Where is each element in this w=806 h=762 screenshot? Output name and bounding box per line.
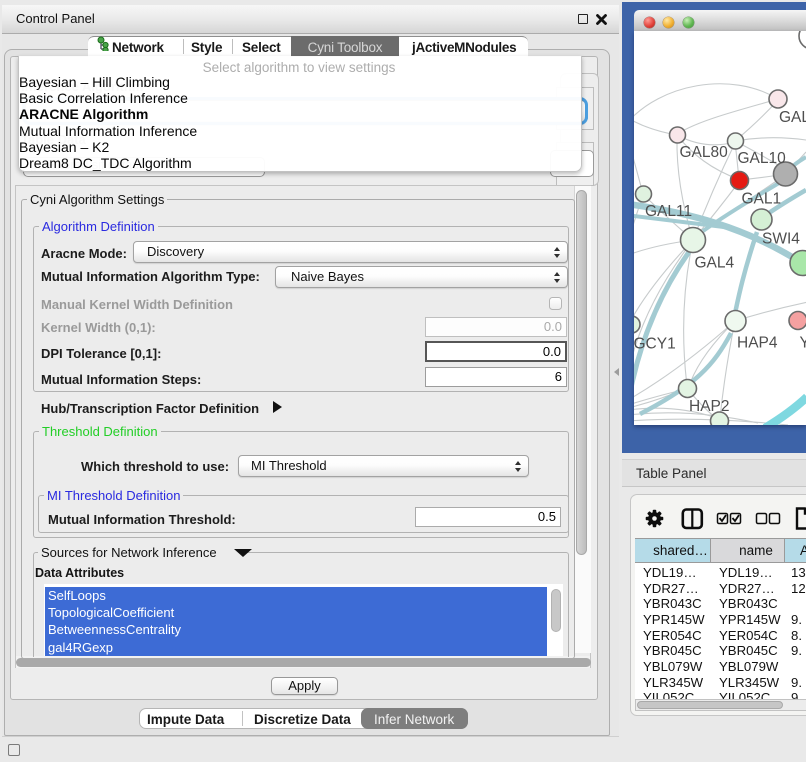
svg-text:GAL10: GAL10 (738, 150, 787, 167)
svg-text:GAL80: GAL80 (680, 144, 729, 161)
svg-text:GAL4: GAL4 (695, 255, 735, 272)
svg-text:GAL1: GAL1 (742, 191, 782, 208)
svg-text:GAL7: GAL7 (779, 109, 806, 126)
svg-text:GAL11: GAL11 (645, 203, 692, 220)
svg-text:SWI4: SWI4 (762, 231, 800, 248)
svg-text:HAP2: HAP2 (689, 398, 730, 415)
svg-text:Y: Y (800, 335, 806, 352)
svg-text:GCY1: GCY1 (634, 336, 676, 353)
svg-text:HAP4: HAP4 (737, 335, 778, 352)
